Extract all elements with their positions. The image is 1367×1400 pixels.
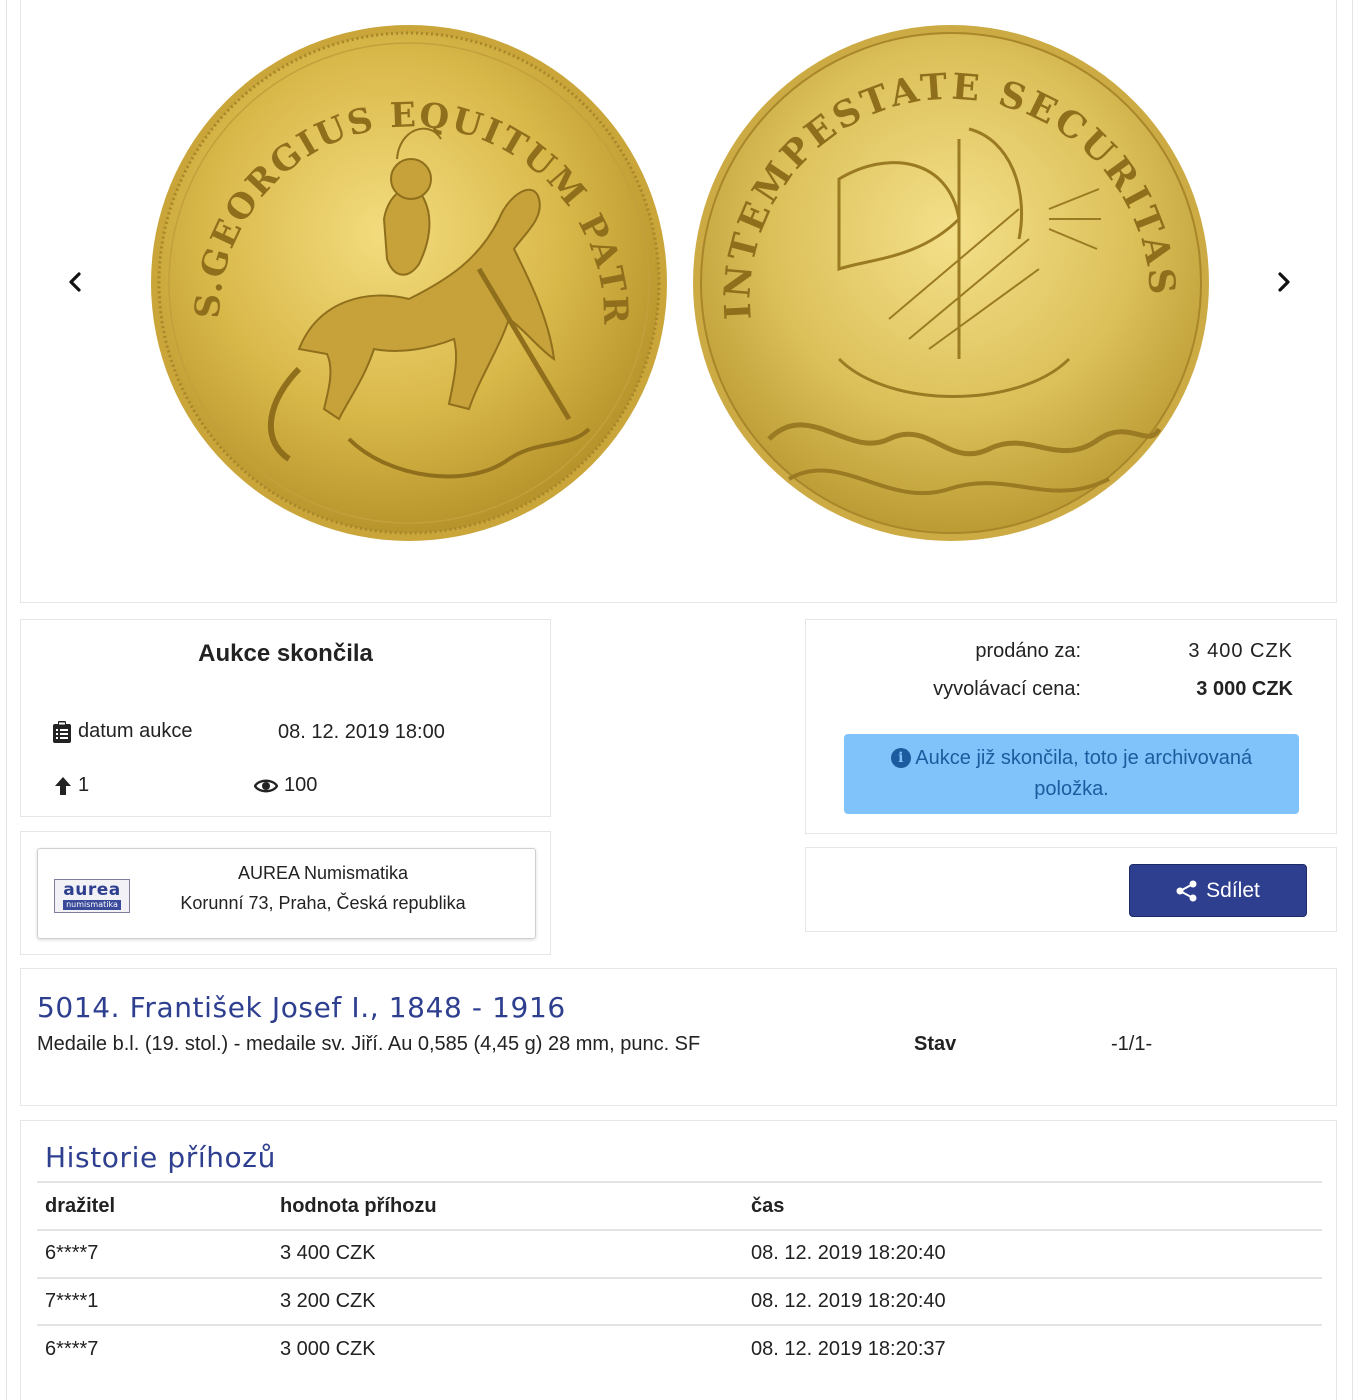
bids-count: 1 bbox=[54, 774, 89, 797]
seller-name: AUREA Numismatika bbox=[237, 863, 409, 883]
info-icon: i bbox=[890, 748, 911, 768]
gallery-next-button[interactable] bbox=[1269, 265, 1299, 299]
bid-value: 3 400 CZK bbox=[272, 1229, 743, 1278]
column-header-bid-value: hodnota příhozu bbox=[272, 1181, 743, 1230]
table-row: 7****1 3 200 CZK 08. 12. 2019 18:20:40 bbox=[37, 1276, 1322, 1325]
price-panel: prodáno za: 3 400 CZK vyvolávací cena: 3… bbox=[805, 619, 1337, 834]
eye-icon bbox=[254, 779, 278, 792]
bid-time: 08. 12. 2019 18:20:40 bbox=[743, 1276, 1322, 1325]
bid-value: 3 200 CZK bbox=[272, 1276, 743, 1325]
bid-bidder: 7****1 bbox=[37, 1276, 272, 1325]
gallery-prev-button[interactable] bbox=[60, 265, 90, 299]
starting-price-value: 3 000 CZK bbox=[1196, 678, 1293, 700]
starting-price-label: vyvolávací cena: bbox=[933, 678, 1081, 700]
bid-bidder: 6****7 bbox=[37, 1324, 272, 1373]
seller-card[interactable]: aurea numismatika AUREA Numismatika Koru… bbox=[37, 848, 536, 939]
seller-address: Korunní 73, Praha, Česká republika bbox=[180, 893, 466, 913]
auction-date-value: 08. 12. 2019 18:00 bbox=[278, 721, 445, 743]
auction-date-label-text: datum aukce bbox=[78, 720, 193, 742]
coin-reverse-image[interactable]: INTEMPESTATE SECURITAS bbox=[689, 19, 1211, 547]
share-icon bbox=[1176, 880, 1197, 901]
chevron-right-icon bbox=[1278, 272, 1290, 292]
bids-count-value: 1 bbox=[78, 774, 90, 796]
auction-date-label: datum aukce bbox=[52, 720, 193, 743]
archived-alert-line1: Aukce již skončila, toto je archivovaná bbox=[915, 747, 1253, 769]
clipboard-icon bbox=[53, 720, 71, 743]
sold-price-label: prodáno za: bbox=[975, 640, 1081, 662]
page-border-left bbox=[6, 0, 7, 1400]
sold-price-value: 3 400 CZK bbox=[1188, 640, 1293, 662]
arrow-up-icon bbox=[55, 776, 71, 795]
item-title: 5014. František Josef I., 1848 - 1916 bbox=[37, 991, 566, 1024]
seller-logo: aurea numismatika bbox=[54, 879, 130, 913]
table-header-row: dražitel hodnota příhozu čas bbox=[37, 1181, 1322, 1230]
column-header-bidder: dražitel bbox=[37, 1181, 272, 1230]
bid-history-table: dražitel hodnota příhozu čas 6****7 3 40… bbox=[37, 1181, 1322, 1373]
bid-time: 08. 12. 2019 18:20:40 bbox=[743, 1229, 1322, 1278]
chevron-left-icon bbox=[69, 272, 81, 292]
item-condition-value: -1/1- bbox=[1111, 1033, 1153, 1055]
item-details-panel: 5014. František Josef I., 1848 - 1916 Me… bbox=[20, 968, 1337, 1106]
table-row: 6****7 3 000 CZK 08. 12. 2019 18:20:37 bbox=[37, 1324, 1322, 1373]
views-count: 100 bbox=[254, 774, 317, 797]
page-border-right bbox=[1352, 0, 1353, 1400]
column-header-time: čas bbox=[743, 1181, 1322, 1230]
seller-panel: aurea numismatika AUREA Numismatika Koru… bbox=[20, 831, 551, 955]
image-gallery: S.GEORGIUS EQUITUM PATRONUS INTEMPESTATE… bbox=[20, 0, 1337, 603]
views-count-value: 100 bbox=[284, 774, 318, 796]
bid-time: 08. 12. 2019 18:20:37 bbox=[743, 1324, 1322, 1373]
bid-history-panel: Historie příhozů dražitel hodnota příhoz… bbox=[20, 1120, 1337, 1400]
bid-history-title: Historie příhozů bbox=[45, 1141, 276, 1174]
archived-alert-line2: položka. bbox=[1034, 778, 1109, 800]
bid-value: 3 000 CZK bbox=[272, 1324, 743, 1373]
archived-alert: i Aukce již skončila, toto je archivovan… bbox=[844, 734, 1299, 814]
share-panel: Sdílet bbox=[805, 847, 1337, 932]
bid-bidder: 6****7 bbox=[37, 1229, 272, 1278]
share-button-label: Sdílet bbox=[1206, 878, 1260, 902]
coin-obverse-image[interactable]: S.GEORGIUS EQUITUM PATRONUS bbox=[149, 19, 669, 547]
share-button[interactable]: Sdílet bbox=[1129, 864, 1307, 917]
table-row: 6****7 3 400 CZK 08. 12. 2019 18:20:40 bbox=[37, 1229, 1322, 1278]
auction-status-title: Aukce skončila bbox=[198, 640, 373, 667]
item-description: Medaile b.l. (19. stol.) - medaile sv. J… bbox=[37, 1033, 701, 1055]
item-condition-label: Stav bbox=[914, 1033, 957, 1055]
auction-status-panel: Aukce skončila datum aukce 08. 12. 2019 … bbox=[20, 619, 551, 817]
